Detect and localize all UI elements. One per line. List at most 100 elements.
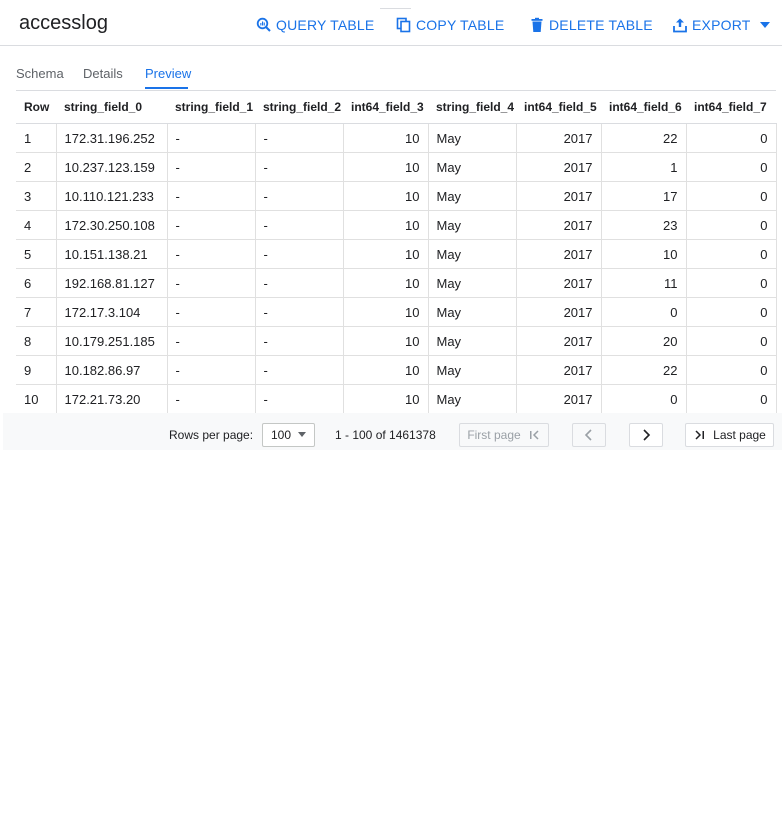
- delete-table-button[interactable]: DELETE TABLE: [529, 15, 653, 35]
- table-cell: 22: [601, 123, 687, 153]
- table-cell: 2017: [516, 326, 602, 356]
- table-cell: May: [428, 384, 517, 414]
- table-cell: May: [428, 239, 517, 269]
- table-cell: 0: [686, 210, 777, 240]
- trash-icon: [531, 17, 543, 32]
- preview-table: Row string_field_0 string_field_1 string…: [16, 90, 777, 414]
- first-page-icon: [529, 430, 539, 440]
- header-bar: accesslog QUERY TABLE COPY TABLE DELETE …: [0, 0, 782, 46]
- table-cell: 172.21.73.20: [56, 384, 168, 414]
- table-cell: -: [255, 123, 344, 153]
- table-cell: May: [428, 123, 517, 153]
- query-table-button[interactable]: QUERY TABLE: [256, 15, 374, 35]
- copy-icon: [396, 17, 411, 33]
- table-row: 5 10.151.138.21- -10 May 2017 10 0: [16, 239, 777, 269]
- tab-schema[interactable]: Schema: [16, 66, 64, 81]
- table-row: 10 172.21.73.20- -10 May 2017 0 0: [16, 384, 777, 414]
- copy-table-button[interactable]: COPY TABLE: [396, 15, 504, 35]
- table-cell: 0: [686, 123, 777, 153]
- table-cell: 10.237.123.159: [56, 152, 168, 182]
- row-number-cell: 9: [16, 355, 57, 385]
- active-tab-indicator: [145, 87, 188, 89]
- chevron-left-icon: [584, 429, 592, 441]
- table-cell: 10: [343, 152, 429, 182]
- table-cell: 0: [686, 181, 777, 211]
- table-cell: May: [428, 181, 517, 211]
- next-page-button[interactable]: [629, 423, 663, 447]
- previous-page-button[interactable]: [572, 423, 606, 447]
- row-number-cell: 4: [16, 210, 57, 240]
- column-header: int64_field_3: [343, 90, 428, 124]
- table-cell: 10.151.138.21: [56, 239, 168, 269]
- table-cell: 172.30.250.108: [56, 210, 168, 240]
- table-cell: -: [255, 297, 344, 327]
- table-row: 9 10.182.86.97- -10 May 2017 22 0: [16, 355, 777, 385]
- table-cell: -: [167, 123, 256, 153]
- table-cell: 10: [343, 210, 429, 240]
- table-cell: -: [255, 239, 344, 269]
- table-cell: -: [167, 355, 256, 385]
- table-cell: 0: [686, 268, 777, 298]
- table-cell: 0: [686, 239, 777, 269]
- divider: [380, 8, 411, 9]
- column-header: string_field_1: [167, 90, 255, 124]
- table-row: 1 172.31.196.252- -10 May 2017 22 0: [16, 123, 777, 153]
- caret-down-icon: [759, 22, 770, 28]
- export-label: EXPORT: [692, 17, 751, 33]
- table-cell: 10: [343, 326, 429, 356]
- row-number-cell: 8: [16, 326, 57, 356]
- first-page-button[interactable]: First page: [459, 423, 549, 447]
- table-cell: 10: [343, 268, 429, 298]
- export-button[interactable]: EXPORT: [672, 15, 775, 35]
- table-cell: 2017: [516, 268, 602, 298]
- table-title: accesslog: [19, 12, 108, 34]
- table-cell: 2017: [516, 239, 602, 269]
- table-cell: -: [167, 297, 256, 327]
- row-number-cell: 6: [16, 268, 57, 298]
- last-page-icon: [695, 430, 705, 440]
- table-row: 8 10.179.251.185- -10 May 2017 20 0: [16, 326, 777, 356]
- row-number-cell: 3: [16, 181, 57, 211]
- dropdown-arrow-icon: [298, 432, 306, 437]
- table-cell: -: [167, 152, 256, 182]
- table-cell: 2017: [516, 152, 602, 182]
- table-cell: 0: [686, 297, 777, 327]
- column-header: int64_field_6: [601, 90, 686, 124]
- table-cell: 0: [686, 384, 777, 414]
- table-cell: May: [428, 355, 517, 385]
- last-page-button[interactable]: Last page: [685, 423, 774, 447]
- preview-table-container: Row string_field_0 string_field_1 string…: [16, 90, 778, 414]
- tab-details[interactable]: Details: [83, 66, 123, 81]
- query-table-label: QUERY TABLE: [276, 17, 375, 33]
- table-cell: 10.179.251.185: [56, 326, 168, 356]
- table-row: 7 172.17.3.104- -10 May 2017 0 0: [16, 297, 777, 327]
- table-cell: 10.182.86.97: [56, 355, 168, 385]
- table-cell: -: [255, 152, 344, 182]
- export-icon: [673, 18, 687, 33]
- row-number-cell: 2: [16, 152, 57, 182]
- pagination-bar: Rows per page: 100 1 - 100 of 1461378 Fi…: [3, 413, 782, 450]
- table-row: 3 10.110.121.233- -10 May 2017 17 0: [16, 181, 777, 211]
- table-cell: 0: [686, 355, 777, 385]
- table-cell: 10: [343, 239, 429, 269]
- table-cell: 0: [601, 297, 687, 327]
- delete-table-label: DELETE TABLE: [549, 17, 653, 33]
- table-cell: -: [255, 181, 344, 211]
- tab-preview[interactable]: Preview: [145, 66, 191, 81]
- tab-bar: Schema Details Preview: [0, 46, 782, 90]
- table-cell: 2017: [516, 123, 602, 153]
- table-row: 2 10.237.123.159- -10 May 2017 1 0: [16, 152, 777, 182]
- table-cell: May: [428, 268, 517, 298]
- table-cell: 10: [601, 239, 687, 269]
- table-cell: -: [167, 326, 256, 356]
- rows-per-page-select[interactable]: 100: [262, 423, 315, 447]
- table-header-row: Row string_field_0 string_field_1 string…: [16, 90, 776, 124]
- table-cell: 10: [343, 384, 429, 414]
- rows-per-page-value: 100: [271, 428, 292, 442]
- table-cell: May: [428, 326, 517, 356]
- table-cell: 20: [601, 326, 687, 356]
- column-header: string_field_2: [255, 90, 343, 124]
- table-cell: 0: [601, 384, 687, 414]
- table-cell: May: [428, 152, 517, 182]
- table-cell: -: [255, 210, 344, 240]
